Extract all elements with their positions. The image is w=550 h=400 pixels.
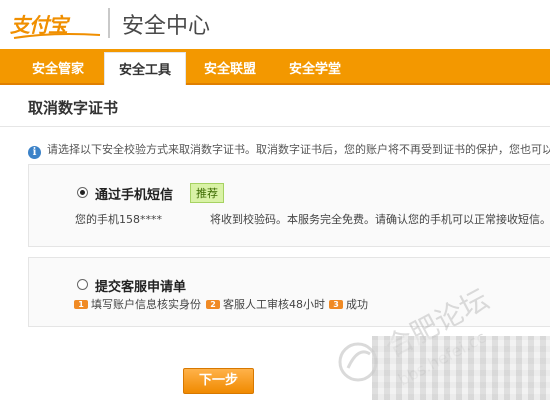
sms-phone-prefix: 您的手机158**** [75,213,162,226]
nav-item-security-manager[interactable]: 安全管家 [32,58,84,77]
recommended-badge: 推荐 [190,183,224,203]
sms-radio[interactable] [77,187,88,198]
sms-option-description: 您的手机158**** 将收到校验码。本服务完全免费。请确认您的手机可以正常接收短… [75,211,550,227]
info-icon: i [28,146,41,159]
notice-text-row: i 请选择以下安全校验方式来取消数字证书。取消数字证书后，您的账户将不再受到证书的… [28,141,550,159]
step-2-text: 客服人工审核48小时 [223,298,325,311]
title-divider [0,126,550,127]
main-navbar: 安全管家 安全工具 安全联盟 安全学堂 [0,49,550,85]
watermark-logo-icon [338,342,378,382]
service-step-2: 2 客服人工审核48小时 [206,296,325,312]
pixelated-area [372,336,550,400]
next-step-button[interactable]: 下一步 [183,368,254,394]
service-option-label[interactable]: 提交客服申请单 [95,276,186,295]
sms-option-label[interactable]: 通过手机短信 [95,184,173,203]
nav-item-security-tools[interactable]: 安全工具 [104,52,187,85]
phone-mask [162,213,210,225]
notice-text: 请选择以下安全校验方式来取消数字证书。取消数字证书后，您的账户将不再受到证书的保… [47,143,550,156]
logo-separator [108,8,110,38]
step-1-text: 填写账户信息核实身份 [91,298,201,311]
site-header: 支付宝 安全中心 [0,0,550,48]
step-3-text: 成功 [346,298,368,311]
page-title: 取消数字证书 [28,99,119,117]
sms-option-panel: 通过手机短信 推荐 您的手机158**** 将收到校验码。本服务完全免费。请确认您… [28,164,550,247]
step-1-tag: 1 [74,299,88,309]
step-2-tag: 2 [206,299,220,309]
service-step-3: 3 成功 [329,296,368,312]
alipay-logo[interactable]: 支付宝 [10,8,101,39]
service-option-panel: 提交客服申请单 [28,257,550,327]
nav-item-security-school[interactable]: 安全学堂 [289,58,341,77]
site-title: 安全中心 [122,14,211,39]
sms-desc-suffix: 将收到校验码。本服务完全免费。请确认您的手机可以正常接收短信。 [210,213,550,226]
step-3-tag: 3 [329,299,343,309]
nav-item-security-alliance[interactable]: 安全联盟 [204,58,256,77]
logo-swoosh-icon [13,33,101,39]
service-radio[interactable] [77,279,88,290]
service-step-1: 1 填写账户信息核实身份 [74,296,201,312]
